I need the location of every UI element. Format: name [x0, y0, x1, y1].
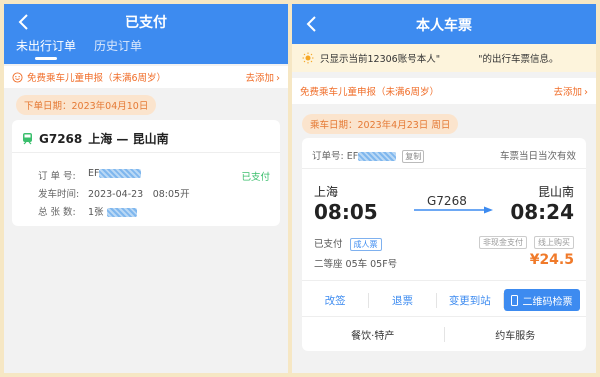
- child-declaration-banner[interactable]: 免费乘车儿童申报（未满6周岁） 去添加 ›: [292, 78, 596, 104]
- redacted-order-no: [99, 169, 142, 178]
- route: 上海 — 昆山南: [88, 132, 169, 146]
- copy-button[interactable]: 复制: [402, 150, 425, 163]
- order-no-prefix: EF: [346, 151, 359, 162]
- order-no-label: 订 单 号:: [38, 171, 76, 182]
- online-buy-badge: 线上购买: [534, 236, 574, 249]
- seat-info: 二等座 05车 05F号: [314, 259, 398, 270]
- train-icon: [23, 133, 32, 145]
- page-title: 已支付: [125, 15, 167, 31]
- count-label: 总 张 数:: [38, 207, 76, 218]
- ticket-count: 1张: [88, 207, 104, 218]
- divider: [12, 152, 280, 153]
- add-child-link[interactable]: 去添加: [553, 87, 582, 98]
- non-cash-badge: 非现金支付: [478, 236, 527, 249]
- status-badge: 已支付: [241, 172, 270, 183]
- ticket-actions: 改签 退票 变更到站 二维码检票: [302, 288, 586, 312]
- qr-checkin-button[interactable]: 二维码检票: [503, 289, 580, 311]
- ticket-card: 订单号: EF 复制 车票当日当次有效 上海 08:05 G7268 昆山南 0…: [302, 138, 586, 351]
- add-child-link[interactable]: 去添加: [245, 73, 274, 84]
- tab-history-orders[interactable]: 历史订单: [94, 37, 142, 59]
- smile-icon: [12, 71, 23, 83]
- notice-text: 只显示当前12306账号本人" "的出行车票信息。: [320, 54, 559, 65]
- divider: [302, 280, 586, 281]
- left-screen: 已支付 未出行订单 历史订单 免费乘车儿童申报（未满6周岁） 去添加 › 下单日期…: [4, 4, 288, 373]
- tab-upcoming-orders[interactable]: 未出行订单: [16, 37, 76, 59]
- ticket-type-badge: 成人票: [349, 238, 382, 251]
- depart-label: 发车时间:: [38, 189, 80, 200]
- page-title: 本人车票: [416, 18, 472, 34]
- redacted-passenger: [106, 208, 137, 217]
- order-no-prefix: EF: [88, 168, 100, 179]
- ticket-price: ¥24.5: [529, 252, 574, 268]
- header-bar: 本人车票: [292, 4, 596, 44]
- from-station: 上海: [314, 185, 339, 199]
- food-specialty-link[interactable]: 餐饮·特产: [302, 327, 445, 342]
- depart-time: 2023-04-23 08:05开: [88, 189, 190, 200]
- paid-status: 已支付: [314, 239, 343, 250]
- phone-icon: [511, 294, 519, 306]
- direction-arrow-icon: [414, 206, 493, 214]
- chevron-right-icon: ›: [276, 73, 280, 84]
- divider: [302, 316, 586, 317]
- car-service-link[interactable]: 约车服务: [445, 327, 587, 342]
- change-ticket-button[interactable]: 改签: [302, 292, 370, 308]
- notice-bar: 只显示当前12306账号本人" "的出行车票信息。: [292, 44, 596, 72]
- change-station-button[interactable]: 变更到站: [437, 292, 504, 308]
- validity-note: 车票当日当次有效: [499, 151, 576, 162]
- redacted-order-no: [358, 152, 397, 161]
- refund-button[interactable]: 退票: [369, 292, 437, 308]
- depart-time: 08:05: [314, 200, 378, 224]
- ride-date-tag: 乘车日期：2023年4月23日 周日: [302, 114, 459, 134]
- divider: [302, 168, 586, 169]
- promo-text: 免费乘车儿童申报（未满6周岁）: [27, 73, 167, 84]
- to-station: 昆山南: [537, 185, 574, 199]
- order-date-tag: 下单日期：2023年04月10日: [16, 95, 157, 115]
- order-card[interactable]: G7268 上海 — 昆山南 订 单 号: EF 已支付 发车时间: 2023-…: [12, 120, 280, 226]
- child-declaration-banner[interactable]: 免费乘车儿童申报（未满6周岁） 去添加 ›: [4, 66, 288, 88]
- promo-text: 免费乘车儿童申报（未满6周岁）: [300, 87, 440, 98]
- qr-button-label: 二维码检票: [522, 296, 573, 308]
- order-tabs: 未出行订单 历史订单: [16, 37, 142, 59]
- order-no-label: 订单号:: [312, 151, 344, 162]
- train-number: G7268: [39, 131, 83, 146]
- header-bar: 已支付 未出行订单 历史订单: [4, 4, 288, 64]
- services-row: 餐饮·特产 约车服务: [302, 318, 586, 351]
- arrive-time: 08:24: [510, 200, 574, 224]
- sun-icon: [302, 52, 314, 64]
- right-screen: 本人车票 只显示当前12306账号本人" "的出行车票信息。 免费乘车儿童申报（…: [292, 4, 596, 373]
- chevron-right-icon: ›: [584, 87, 588, 98]
